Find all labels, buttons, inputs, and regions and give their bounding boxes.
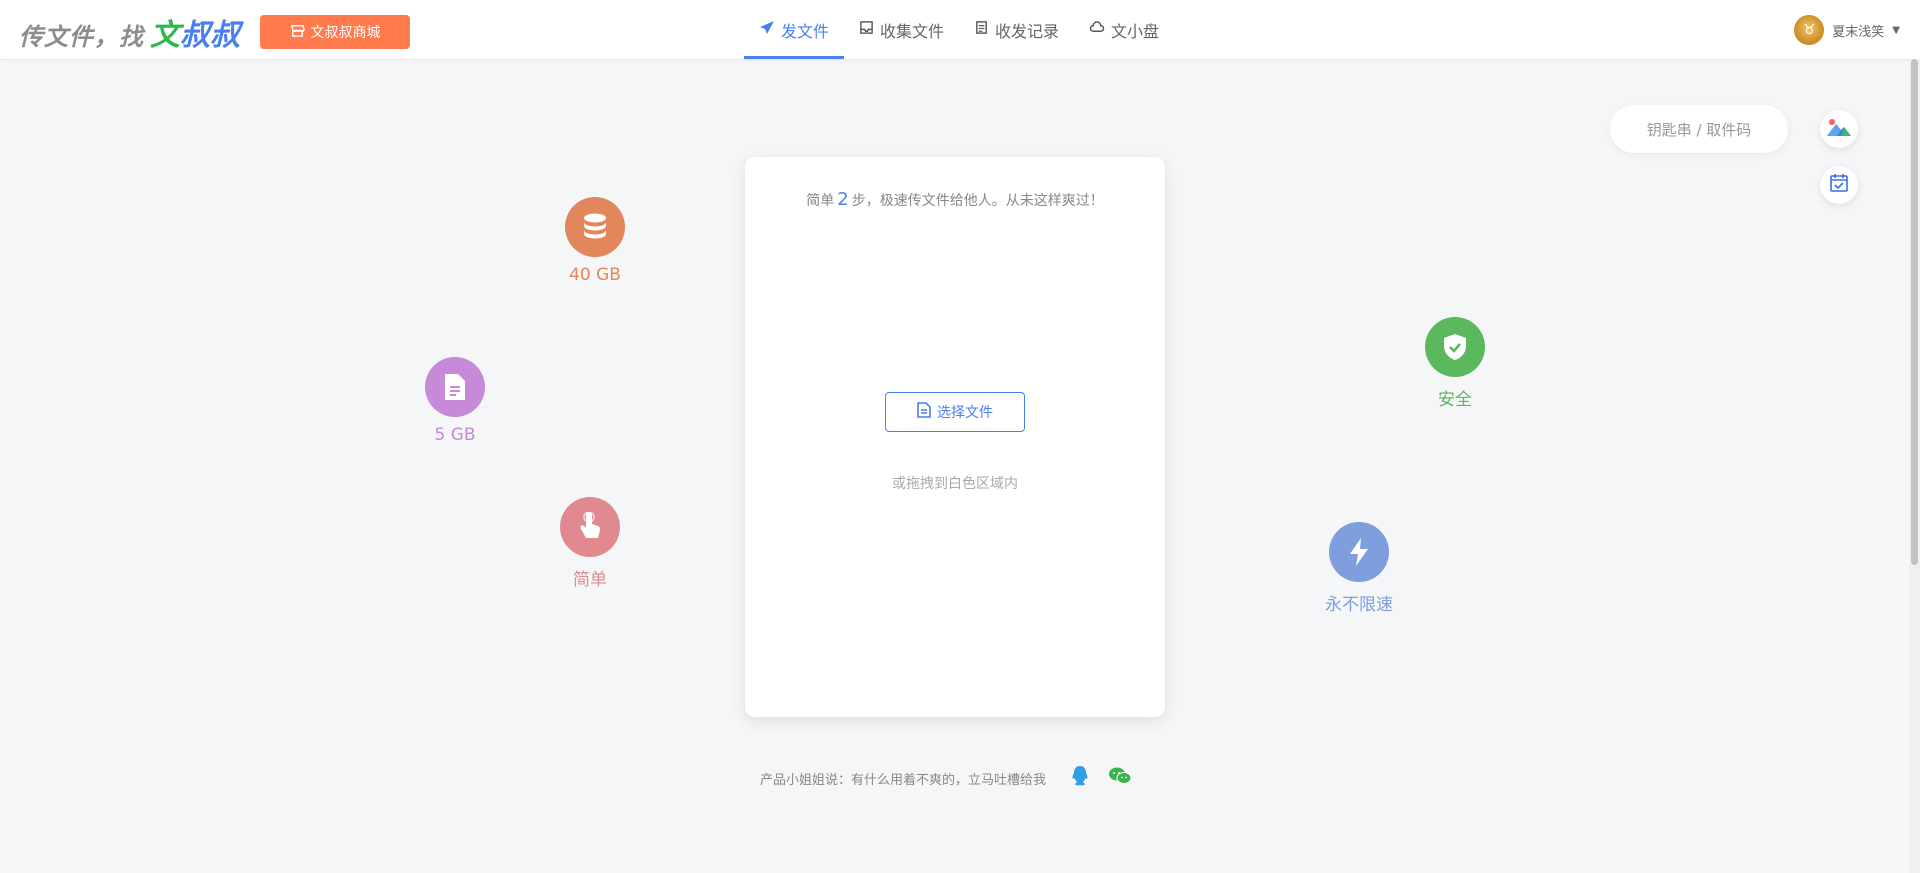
- nav-collect-file[interactable]: 收集文件: [844, 0, 959, 59]
- qq-icon[interactable]: [1070, 765, 1090, 791]
- nav-label: 文小盘: [1111, 21, 1160, 41]
- top-header: 传文件，找 文 叔叔 文叔叔商城 发文件 收集文件 收发记录 文小盘 ♉ 夏末浅…: [0, 0, 1920, 60]
- mall-button-label: 文叔叔商城: [310, 25, 381, 41]
- feature-label: 40 GB: [569, 265, 621, 285]
- feature-label: 永不限速: [1325, 595, 1393, 615]
- nav-label: 发文件: [781, 21, 830, 41]
- lightning-icon: [1329, 522, 1389, 582]
- pickup-code-input[interactable]: 钥匙串 / 取件码: [1610, 105, 1788, 153]
- document-icon: [917, 402, 931, 422]
- user-name: 夏末浅笑: [1832, 24, 1885, 40]
- feature-label: 5 GB: [434, 425, 476, 445]
- feature-secure: 安全: [1405, 317, 1505, 410]
- logo-prefix: 传文件，找: [19, 23, 144, 51]
- tip-text-after: 步，极速传文件给他人。从未这样爽过！: [851, 193, 1104, 209]
- feature-simple: 简单: [540, 497, 640, 590]
- database-icon: [565, 197, 625, 257]
- nav-label: 收集文件: [880, 21, 945, 41]
- nav-wenxiaopan[interactable]: 文小盘: [1074, 0, 1174, 59]
- feature-capacity-40gb: 40 GB: [545, 197, 645, 285]
- scrollbar-thumb[interactable]: [1911, 59, 1918, 565]
- nav-send-file[interactable]: 发文件: [744, 0, 845, 59]
- store-icon: [290, 23, 305, 42]
- nav-label: 收发记录: [995, 21, 1060, 41]
- user-menu[interactable]: ♉ 夏末浅笑 ▼: [1794, 15, 1900, 45]
- wallpaper-button[interactable]: [1820, 110, 1858, 148]
- feedback-footer: 产品小姐姐说：有什么用着不爽的，立马吐槽给我: [760, 765, 1132, 791]
- select-file-button[interactable]: 选择文件: [885, 392, 1025, 432]
- page-scrollbar[interactable]: [1909, 59, 1920, 873]
- feature-capacity-5gb: 5 GB: [405, 357, 505, 445]
- avatar[interactable]: ♉: [1794, 15, 1825, 45]
- inbox-icon: [859, 20, 874, 39]
- site-logo[interactable]: 传文件，找 文 叔叔: [19, 10, 240, 53]
- logo-green: 文: [150, 18, 180, 53]
- record-icon: [974, 20, 989, 39]
- drag-tip: 或拖拽到白色区域内: [892, 476, 1018, 492]
- select-file-label: 选择文件: [937, 405, 993, 421]
- feature-no-speed-limit: 永不限速: [1309, 522, 1409, 615]
- tip-step-count: 2: [837, 189, 849, 210]
- wechat-icon[interactable]: [1108, 766, 1132, 790]
- feature-label: 安全: [1438, 390, 1472, 410]
- nav-records[interactable]: 收发记录: [959, 0, 1074, 59]
- mountain-image-icon: [1826, 116, 1852, 142]
- main-nav: 发文件 收集文件 收发记录 文小盘: [744, 0, 1174, 59]
- shield-check-icon: [1425, 317, 1485, 377]
- tip-text-before: 简单: [806, 193, 835, 209]
- calendar-check-icon: [1829, 173, 1849, 197]
- mall-button[interactable]: 文叔叔商城: [260, 15, 410, 49]
- send-icon: [759, 20, 775, 40]
- caret-down-icon: ▼: [1892, 24, 1900, 36]
- hand-pointer-icon: [560, 497, 620, 557]
- upload-tip: 简单 2 步，极速传文件给他人。从未这样爽过！: [745, 189, 1165, 210]
- logo-blue: 叔叔: [180, 18, 240, 53]
- feedback-text: 产品小姐姐说：有什么用着不爽的，立马吐槽给我: [760, 772, 1047, 788]
- cloud-disk-icon: [1089, 20, 1105, 39]
- pickup-placeholder: 钥匙串 / 取件码: [1646, 120, 1752, 139]
- file-icon: [425, 357, 485, 417]
- feature-label: 简单: [573, 570, 607, 590]
- upload-card[interactable]: 简单 2 步，极速传文件给他人。从未这样爽过！ 选择文件 或拖拽到白色区域内: [745, 157, 1165, 717]
- calendar-button[interactable]: [1820, 166, 1858, 204]
